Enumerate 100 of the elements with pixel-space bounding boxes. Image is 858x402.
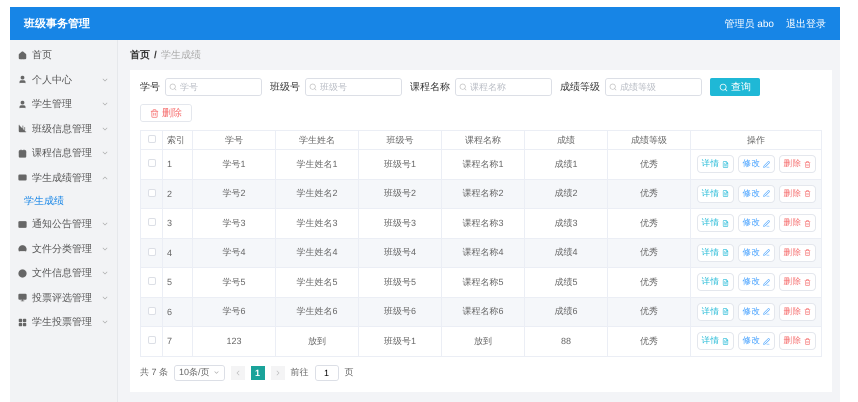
search-icon bbox=[309, 83, 317, 91]
logout-link[interactable]: 退出登录 bbox=[786, 16, 826, 30]
menu-icon bbox=[18, 293, 27, 302]
checkbox[interactable] bbox=[148, 306, 156, 315]
edit-button[interactable]: 修改 bbox=[738, 184, 774, 203]
breadcrumb-item: 学生成绩 bbox=[160, 48, 201, 62]
search-field[interactable]: 课程名称 bbox=[455, 78, 552, 96]
detail-button[interactable]: 详情 bbox=[696, 244, 734, 262]
menu-icon bbox=[18, 100, 27, 109]
table-cell: 学生姓名3 bbox=[276, 208, 358, 238]
pencil-icon bbox=[762, 190, 770, 198]
column-header: 学生姓名 bbox=[276, 130, 358, 150]
sidebar-item[interactable]: 学生投票管理 bbox=[10, 310, 117, 334]
column-header: 班级号 bbox=[358, 130, 442, 150]
checkbox[interactable] bbox=[148, 248, 156, 256]
next-page-button[interactable] bbox=[270, 366, 285, 380]
column-header: 学号 bbox=[192, 130, 276, 150]
search-icon bbox=[609, 83, 617, 91]
detail-button[interactable]: 详情 bbox=[696, 302, 734, 321]
sidebar-item[interactable]: 班级信息管理 bbox=[10, 116, 117, 141]
edit-button[interactable]: 修改 bbox=[738, 302, 774, 321]
table-cell: 课程名称3 bbox=[442, 208, 524, 238]
sidebar-item[interactable]: 文件分类管理 bbox=[10, 236, 117, 261]
table-cell: 学生姓名5 bbox=[276, 268, 358, 297]
delete-button[interactable]: 删除 bbox=[778, 244, 816, 262]
menu-icon bbox=[18, 124, 27, 134]
total-count: 共 7 条 bbox=[140, 366, 168, 379]
sidebar-item[interactable]: 通知公告管理 bbox=[10, 212, 117, 236]
pencil-icon bbox=[762, 308, 770, 316]
detail-button[interactable]: 详情 bbox=[696, 184, 734, 203]
checkbox[interactable] bbox=[148, 135, 156, 143]
table-cell: 班级号3 bbox=[358, 208, 442, 238]
search-button[interactable]: 查询 bbox=[710, 78, 760, 96]
table-cell: 优秀 bbox=[608, 208, 690, 238]
delete-button[interactable]: 删除 bbox=[778, 214, 816, 232]
pencil-icon bbox=[762, 220, 770, 227]
edit-button[interactable]: 修改 bbox=[738, 244, 774, 262]
menu-icon bbox=[18, 318, 27, 327]
goto-label: 前往 bbox=[290, 366, 309, 379]
search-icon bbox=[169, 83, 177, 91]
page-size-select[interactable]: 10条/页 bbox=[174, 364, 225, 380]
table-cell: 5 bbox=[162, 268, 192, 297]
detail-button[interactable]: 详情 bbox=[696, 155, 734, 174]
page-input[interactable]: 1 bbox=[314, 364, 339, 380]
table-cell: 学号3 bbox=[192, 208, 276, 238]
menu-icon bbox=[18, 75, 27, 84]
sidebar-item[interactable]: 课程信息管理 bbox=[10, 141, 117, 166]
table-cell: 班级号1 bbox=[358, 150, 442, 179]
menu-icon bbox=[18, 50, 27, 60]
edit-button[interactable]: 修改 bbox=[738, 214, 774, 232]
trash-icon bbox=[804, 308, 810, 316]
sidebar-item[interactable]: 学生成绩管理 bbox=[10, 166, 117, 190]
table-cell: 成绩1 bbox=[524, 150, 608, 179]
prev-page-button[interactable] bbox=[230, 366, 245, 380]
document-icon bbox=[722, 190, 728, 198]
checkbox[interactable] bbox=[148, 188, 156, 197]
checkbox[interactable] bbox=[148, 277, 156, 286]
field-label: 学号 bbox=[140, 81, 160, 94]
table-cell: 学号5 bbox=[192, 268, 276, 297]
sidebar-item[interactable]: 投票评选管理 bbox=[10, 286, 117, 310]
table-cell: 优秀 bbox=[608, 150, 690, 179]
document-icon bbox=[722, 160, 728, 168]
edit-button[interactable]: 修改 bbox=[738, 273, 774, 292]
submenu-item[interactable]: 学生成绩 bbox=[10, 190, 117, 212]
sidebar-item[interactable]: 学生管理 bbox=[10, 92, 117, 116]
checkbox[interactable] bbox=[148, 159, 156, 168]
sidebar-item[interactable]: 文件信息管理 bbox=[10, 261, 117, 286]
table-cell: 课程名称1 bbox=[442, 150, 524, 179]
table-cell: 成绩3 bbox=[524, 208, 608, 238]
detail-button[interactable]: 详情 bbox=[696, 332, 734, 350]
search-field[interactable]: 班级号 bbox=[305, 78, 402, 96]
delete-button[interactable]: 删除 bbox=[140, 104, 192, 122]
delete-button[interactable]: 删除 bbox=[778, 155, 816, 174]
sidebar-item[interactable]: 首页 bbox=[10, 43, 117, 68]
edit-button[interactable]: 修改 bbox=[738, 155, 774, 174]
search-field[interactable]: 成绩等级 bbox=[605, 78, 702, 96]
column-header: 成绩 bbox=[524, 130, 608, 150]
table-cell: 放到 bbox=[276, 326, 358, 356]
sidebar-item[interactable]: 个人中心 bbox=[10, 68, 117, 92]
edit-button[interactable]: 修改 bbox=[738, 332, 774, 350]
document-icon bbox=[722, 278, 728, 286]
delete-button[interactable]: 删除 bbox=[778, 273, 816, 292]
checkbox[interactable] bbox=[148, 336, 156, 344]
checkbox[interactable] bbox=[148, 218, 156, 226]
trash-icon bbox=[150, 108, 159, 118]
search-field[interactable]: 学号 bbox=[165, 78, 262, 96]
detail-button[interactable]: 详情 bbox=[696, 273, 734, 292]
table-cell: 123 bbox=[192, 326, 276, 356]
page-button[interactable]: 1 bbox=[250, 366, 265, 380]
pencil-icon bbox=[762, 338, 770, 345]
delete-button[interactable]: 删除 bbox=[778, 332, 816, 350]
delete-button[interactable]: 删除 bbox=[778, 302, 816, 321]
table-cell: 班级号5 bbox=[358, 268, 442, 297]
delete-button[interactable]: 删除 bbox=[778, 184, 816, 203]
table-cell: 优秀 bbox=[608, 326, 690, 356]
field-label: 班级号 bbox=[270, 80, 300, 94]
trash-icon bbox=[804, 160, 810, 168]
menu-icon bbox=[18, 244, 27, 254]
breadcrumb-item[interactable]: 首页 bbox=[130, 48, 150, 62]
detail-button[interactable]: 详情 bbox=[696, 214, 734, 232]
